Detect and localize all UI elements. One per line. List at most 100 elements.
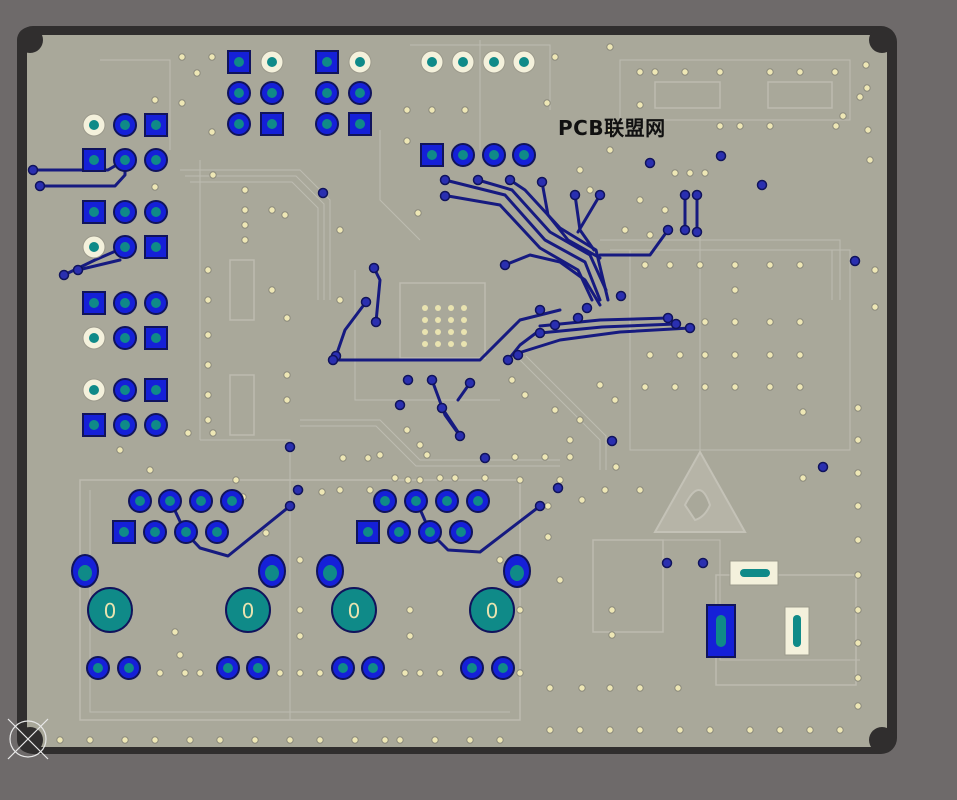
via bbox=[608, 606, 616, 614]
dark-via bbox=[594, 189, 606, 201]
via bbox=[196, 669, 204, 677]
via bbox=[766, 68, 774, 76]
via bbox=[204, 266, 212, 274]
via bbox=[716, 68, 724, 76]
potentiometer-label: 0 bbox=[348, 599, 361, 623]
via bbox=[871, 303, 879, 311]
pad-hole bbox=[425, 527, 435, 537]
via bbox=[208, 53, 216, 61]
pad-hole bbox=[427, 150, 437, 160]
dark-via bbox=[464, 377, 476, 389]
via bbox=[731, 383, 739, 391]
via bbox=[666, 261, 674, 269]
pad-hole bbox=[120, 207, 130, 217]
pad-hole bbox=[510, 565, 524, 581]
pad-hole bbox=[120, 120, 130, 130]
pad-hole bbox=[196, 496, 206, 506]
pad-hole bbox=[93, 663, 103, 673]
via bbox=[766, 351, 774, 359]
via bbox=[854, 674, 862, 682]
pad-hole bbox=[89, 420, 99, 430]
via bbox=[251, 736, 259, 744]
via bbox=[184, 429, 192, 437]
via bbox=[176, 651, 184, 659]
via bbox=[318, 488, 326, 496]
pcb-canvas[interactable]: 0 0 0 0 PCB联盟网 bbox=[0, 0, 957, 795]
pad-hole bbox=[151, 385, 161, 395]
via bbox=[578, 496, 586, 504]
via bbox=[241, 206, 249, 214]
pad-hole bbox=[234, 88, 244, 98]
via bbox=[151, 96, 159, 104]
via bbox=[376, 451, 384, 459]
via bbox=[671, 169, 679, 177]
via bbox=[606, 146, 614, 154]
via bbox=[544, 502, 552, 510]
pad-hole bbox=[165, 496, 175, 506]
via bbox=[799, 408, 807, 416]
potentiometer-label: 0 bbox=[242, 599, 255, 623]
via bbox=[401, 669, 409, 677]
pad-hole bbox=[223, 663, 233, 673]
pad-hole bbox=[120, 155, 130, 165]
pad-hole bbox=[456, 527, 466, 537]
dark-via bbox=[27, 164, 39, 176]
via bbox=[156, 669, 164, 677]
via bbox=[676, 351, 684, 359]
via bbox=[776, 726, 784, 734]
dark-via bbox=[670, 318, 682, 330]
dark-via bbox=[684, 322, 696, 334]
pad-hole bbox=[89, 207, 99, 217]
pad-hole bbox=[120, 420, 130, 430]
dark-via bbox=[679, 224, 691, 236]
dark-via bbox=[284, 441, 296, 453]
via bbox=[336, 296, 344, 304]
pad-hole bbox=[498, 663, 508, 673]
via bbox=[701, 383, 709, 391]
via bbox=[281, 211, 289, 219]
via bbox=[576, 166, 584, 174]
via bbox=[283, 396, 291, 404]
dark-via bbox=[534, 304, 546, 316]
via bbox=[451, 474, 459, 482]
via bbox=[621, 226, 629, 234]
pad-hole bbox=[267, 57, 277, 67]
via bbox=[854, 469, 862, 477]
dark-via bbox=[552, 482, 564, 494]
pad-hole bbox=[519, 150, 529, 160]
via bbox=[611, 396, 619, 404]
via bbox=[636, 726, 644, 734]
via bbox=[806, 726, 814, 734]
pad-hole bbox=[151, 242, 161, 252]
via bbox=[636, 196, 644, 204]
pcb-board[interactable]: 0 0 0 0 bbox=[0, 0, 957, 795]
via bbox=[701, 351, 709, 359]
via bbox=[403, 426, 411, 434]
via bbox=[403, 137, 411, 145]
pad-hole bbox=[265, 565, 279, 581]
via bbox=[864, 126, 872, 134]
via bbox=[508, 376, 516, 384]
via bbox=[283, 314, 291, 322]
via bbox=[671, 383, 679, 391]
dark-via bbox=[504, 174, 516, 186]
via bbox=[241, 221, 249, 229]
dark-via bbox=[662, 312, 674, 324]
via bbox=[576, 416, 584, 424]
via bbox=[863, 84, 871, 92]
via bbox=[296, 556, 304, 564]
dark-via bbox=[534, 500, 546, 512]
via bbox=[86, 736, 94, 744]
pad-hole bbox=[78, 565, 92, 581]
via bbox=[766, 261, 774, 269]
via bbox=[606, 43, 614, 51]
via bbox=[871, 266, 879, 274]
dark-via bbox=[581, 302, 593, 314]
via bbox=[193, 69, 201, 77]
pad-hole bbox=[89, 385, 99, 395]
via bbox=[866, 156, 874, 164]
dark-via bbox=[697, 557, 709, 569]
via bbox=[701, 169, 709, 177]
via bbox=[854, 571, 862, 579]
pad-hole bbox=[458, 57, 468, 67]
